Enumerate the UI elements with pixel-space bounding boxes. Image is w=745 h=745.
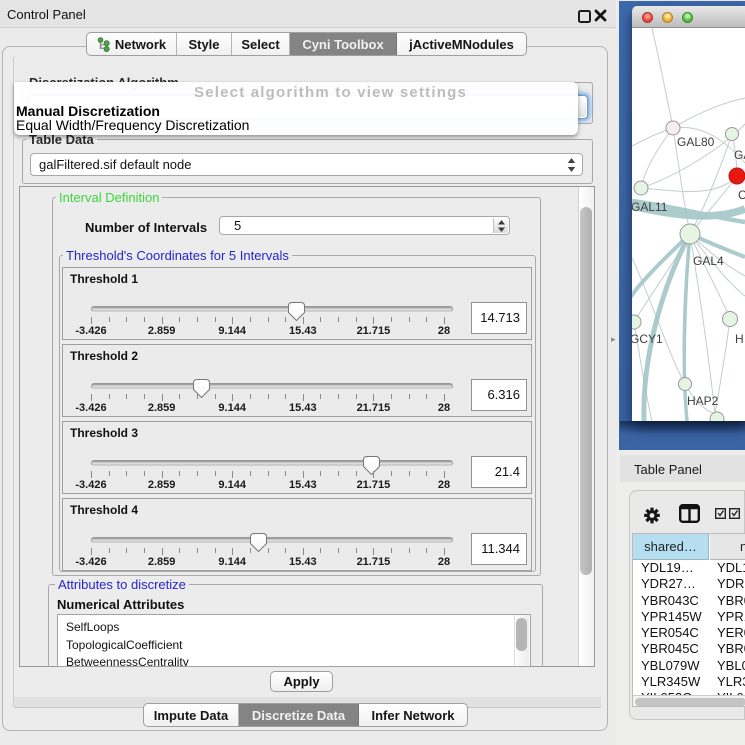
svg-text:HAP2: HAP2: [687, 394, 719, 408]
svg-text:C: C: [738, 188, 745, 202]
svg-text:GAL80: GAL80: [677, 135, 715, 149]
svg-text:H: H: [735, 332, 744, 346]
svg-text:GA: GA: [734, 148, 745, 162]
svg-text:GCY1: GCY1: [632, 332, 663, 346]
svg-text:GAL4: GAL4: [693, 254, 724, 268]
svg-text:GAL11: GAL11: [632, 200, 668, 214]
